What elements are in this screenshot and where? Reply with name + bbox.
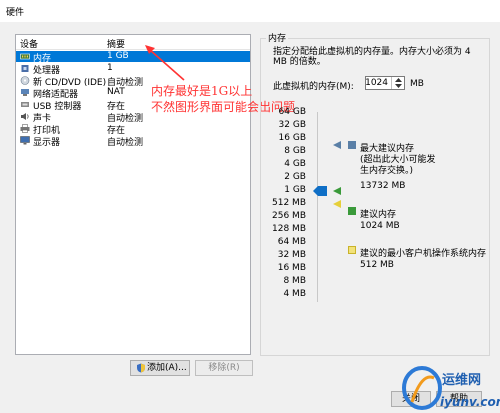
scale-tick: 8 GB xyxy=(284,146,306,156)
list-item-summary: 1 GB xyxy=(107,51,129,61)
memory-unit-label: MB xyxy=(410,79,424,89)
scale-tick: 32 GB xyxy=(278,120,306,130)
scale-tick: 2 GB xyxy=(284,172,306,182)
memory-field-label: 此虚拟机的内存(M): xyxy=(273,82,354,92)
spin-down-icon[interactable] xyxy=(395,84,402,88)
list-item-printer[interactable]: 打印机 存在 xyxy=(16,123,250,136)
min-guest-value: 512 MB xyxy=(360,260,394,270)
scale-tick: 8 MB xyxy=(283,276,306,286)
network-icon xyxy=(21,89,29,96)
list-item-summary: 1 xyxy=(107,63,113,73)
window-title: 硬件 xyxy=(6,8,25,18)
recommended-legend-icon xyxy=(348,207,356,215)
min-guest-marker-icon xyxy=(333,200,341,208)
memory-slider-thumb[interactable] xyxy=(313,186,327,196)
list-item-memory[interactable]: 内存 1 GB xyxy=(16,51,250,64)
memory-icon xyxy=(20,53,30,60)
max-recommended-legend-icon xyxy=(348,141,356,149)
memory-slider-track[interactable] xyxy=(317,112,318,302)
scale-tick: 16 MB xyxy=(277,263,306,273)
watermark-logo: 运维网 iyunv.com xyxy=(402,366,500,410)
monitor-icon xyxy=(20,136,30,145)
annotation-text: 内存最好是1G以上 xyxy=(151,84,253,98)
scale-tick: 256 MB xyxy=(272,211,306,221)
list-item-summary: 自动检测 xyxy=(107,138,144,148)
shield-icon xyxy=(137,363,145,373)
column-header-summary[interactable]: 摘要 xyxy=(107,37,125,50)
scale-tick: 128 MB xyxy=(272,224,306,234)
title-bar: 硬件 xyxy=(0,0,500,22)
memory-size-value: 1024 xyxy=(365,78,388,88)
max-recommended-value: 13732 MB xyxy=(360,181,406,191)
memory-spin-buttons[interactable] xyxy=(391,77,405,89)
recommended-value: 1024 MB xyxy=(360,221,400,231)
scale-tick: 4 MB xyxy=(283,289,306,299)
cd-icon xyxy=(20,76,30,85)
memory-description: 指定分配给此虚拟机的内存量。内存大小必须为 4 MB 的倍数。 xyxy=(273,47,471,67)
scale-tick: 64 GB xyxy=(278,107,306,117)
remove-device-button[interactable]: 移除(R) xyxy=(195,360,253,376)
recommended-marker-icon xyxy=(333,187,341,195)
add-device-label: 添加(A)... xyxy=(147,363,187,373)
device-list-header: 设备 摘要 xyxy=(16,35,250,50)
memory-group-title: 内存 xyxy=(266,31,289,44)
printer-icon xyxy=(20,124,30,133)
scale-tick: 16 GB xyxy=(278,133,306,143)
watermark-text: 运维网 xyxy=(442,372,481,388)
scale-tick: 32 MB xyxy=(277,250,306,260)
add-device-button[interactable]: 添加(A)... xyxy=(130,360,190,376)
min-guest-title: 建议的最小客户机操作系统内存 xyxy=(360,249,487,259)
scale-tick: 512 MB xyxy=(272,198,306,208)
spin-up-icon[interactable] xyxy=(395,78,402,82)
annotation-arrow-icon xyxy=(145,45,185,81)
usb-icon xyxy=(21,102,29,107)
max-recommended-note: (超出此大小可能发生内存交换。) xyxy=(360,155,436,176)
list-item-display[interactable]: 显示器 自动检测 xyxy=(16,135,250,148)
recommended-title: 建议内存 xyxy=(360,210,397,220)
scale-tick: 64 MB xyxy=(277,237,306,247)
max-recommended-title: 最大建议内存 xyxy=(360,144,415,154)
max-recommended-marker-icon xyxy=(333,141,341,149)
speaker-icon xyxy=(21,113,29,120)
watermark-url: iyunv.com xyxy=(440,395,500,409)
list-item-label: 显示器 xyxy=(33,138,61,148)
list-item-summary: NAT xyxy=(107,87,125,97)
cpu-icon xyxy=(21,65,29,72)
column-header-device[interactable]: 设备 xyxy=(20,37,38,50)
min-guest-legend-icon xyxy=(348,246,356,254)
scale-tick: 4 GB xyxy=(284,159,306,169)
scale-tick: 1 GB xyxy=(284,185,306,195)
list-item-cpu[interactable]: 处理器 1 xyxy=(16,63,250,76)
